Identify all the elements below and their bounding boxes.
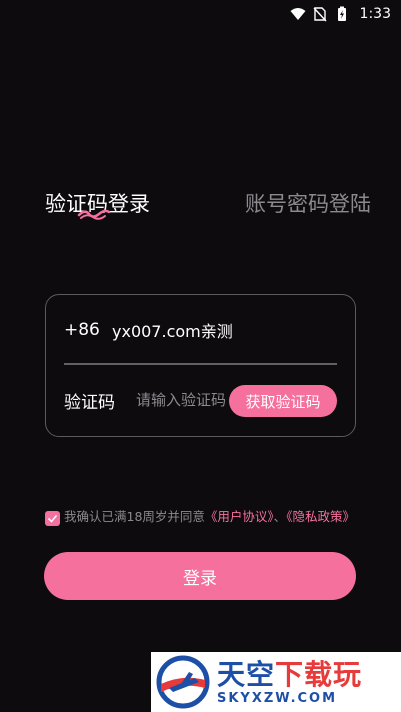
- wifi-icon: [290, 8, 306, 20]
- phone-row: +86 yx007.com亲测: [64, 317, 337, 343]
- form-divider: [64, 363, 337, 365]
- user-agreement-link[interactable]: 《用户协议》: [205, 509, 274, 524]
- tab-sms-code-login[interactable]: 验证码登录: [45, 188, 150, 220]
- agreement-row: 我确认已满18周岁并同意《用户协议》、《隐私政策》: [45, 508, 361, 526]
- get-code-button[interactable]: 获取验证码: [229, 385, 337, 417]
- login-form-card: +86 yx007.com亲测 验证码 获取验证码: [45, 294, 356, 437]
- country-code[interactable]: +86: [64, 320, 112, 340]
- tab-password-login-label: 账号密码登陆: [245, 192, 371, 216]
- tab-password-login[interactable]: 账号密码登陆: [245, 188, 371, 218]
- watermark-subtitle: SKYXZW.COM: [217, 690, 338, 706]
- watermark-title-part2: 下载玩: [275, 657, 363, 691]
- phone-input[interactable]: yx007.com亲测: [112, 318, 233, 342]
- check-icon: [47, 514, 58, 523]
- no-sim-icon: [313, 7, 327, 22]
- status-time: 1:33: [359, 6, 391, 22]
- site-logo-icon: [156, 655, 210, 709]
- agreement-checkbox[interactable]: [45, 511, 60, 526]
- battery-charging-icon: [337, 6, 346, 21]
- watermark-text: 天空下载玩 SKYXZW.COM: [217, 657, 363, 706]
- active-tab-indicator: [77, 209, 111, 220]
- status-bar: 1:33: [0, 0, 401, 28]
- login-button[interactable]: 登录: [44, 552, 356, 600]
- code-label: 验证码: [64, 392, 115, 413]
- agreement-prefix: 我确认已满18周岁并同意: [64, 509, 205, 524]
- privacy-policy-link[interactable]: 《隐私政策》: [286, 509, 355, 524]
- login-tabs: 验证码登录 账号密码登陆: [45, 186, 371, 220]
- watermark: 天空下载玩 SKYXZW.COM: [151, 652, 401, 712]
- code-row: 验证码 获取验证码: [64, 383, 337, 417]
- watermark-title: 天空下载玩: [217, 657, 363, 691]
- agreement-text: 我确认已满18周岁并同意《用户协议》、《隐私政策》: [64, 508, 355, 526]
- watermark-title-part1: 天空: [217, 657, 276, 691]
- verification-code-input[interactable]: [136, 391, 232, 409]
- agreement-separator: 、: [273, 509, 287, 524]
